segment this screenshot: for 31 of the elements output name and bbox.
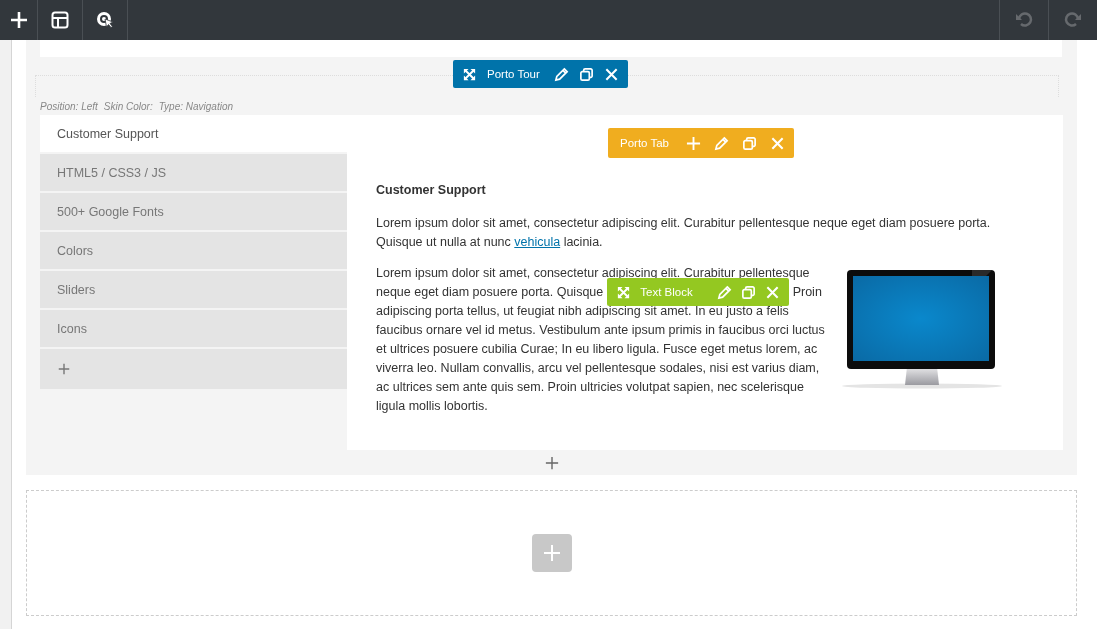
tour-setting-text: Position: Left (40, 100, 98, 112)
text-block-title: Text Block (640, 284, 693, 300)
clone-icon[interactable] (578, 66, 594, 82)
tab[interactable]: Customer Support (40, 115, 348, 152)
vehicula-link[interactable]: vehicula (514, 235, 561, 249)
close-icon[interactable] (603, 66, 619, 82)
body-text: neque eget diam posuere porta. Quisque (376, 284, 604, 301)
target-cursor-icon (95, 10, 115, 30)
porto-tab-title: Porto Tab (620, 135, 669, 151)
tour-setting-text: Type: Navigation (158, 100, 233, 112)
add-icon[interactable] (544, 455, 559, 470)
plus-icon (541, 543, 562, 563)
layout-icon (50, 10, 70, 30)
plus-icon (57, 362, 71, 376)
tab[interactable]: 500+ Google Fonts (40, 193, 347, 230)
undo-icon (1014, 10, 1034, 30)
plus-icon (8, 10, 29, 30)
move-icon[interactable] (462, 66, 477, 82)
content-heading: Customer Support (376, 182, 487, 199)
porto-tour-title: Porto Tour (487, 68, 540, 80)
edit-icon[interactable] (553, 66, 569, 82)
tab[interactable]: Icons (40, 310, 347, 347)
tab[interactable]: Colors (40, 232, 347, 269)
tour-setting-text: Skin Color: (103, 100, 153, 112)
body-text: adipiscing porta tellus, ut feugiat nibh adipiscing sit amet. In eu justo a felis faucibus ornare vel id metus. Vestibulum ante ipsum primis in faucibus orci luctus et ultrices posuere cubilia Curae; In eu libero ligula. Fusce eget metus lorem, ac viverra leo. Nullam convallis, arcu vel pellentesque sodales, nisi est varius diam, ac ultrices sem ante quis sem. Proin ultricies volutpat sapien, nec scelerisque ligula mollis lobortis. (376, 303, 826, 415)
body-text: Lorem ipsum dolor sit amet, consectetur adipiscing elit. Curabitur pellentesque (376, 265, 810, 282)
tab[interactable]: HTML5 / CSS3 / JS (40, 154, 347, 191)
intro-paragraph: Lorem ipsum dolor sit amet, consectetur adipiscing elit. Curabitur pellentesque neque eget diam posuere porta. Quisque ut nulla at nunc vehicula lacinia. (376, 215, 992, 251)
body-text: Proin (792, 284, 822, 301)
tab[interactable]: Sliders (40, 271, 347, 308)
redo-icon (1063, 10, 1083, 30)
